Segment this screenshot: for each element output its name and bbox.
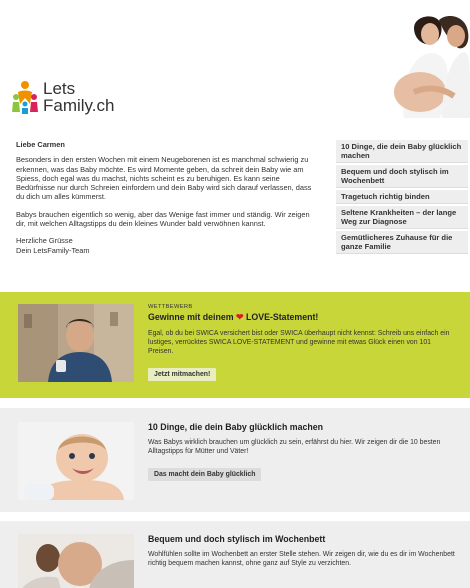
contest-card: WETTBEWERB Gewinne mit deinem ❤ LOVE-Sta… xyxy=(0,292,470,398)
join-now-button[interactable]: Jetzt mitmachen! xyxy=(148,368,217,381)
hero-couple-photo xyxy=(384,8,470,118)
intro-letter: Liebe Carmen Besonders in den ersten Woc… xyxy=(16,140,312,263)
family-figures-icon xyxy=(12,80,38,114)
mother-baby-photo xyxy=(18,534,134,588)
sidenav-item-krankheiten[interactable]: Seltene Krankheiten – der lange Weg zur … xyxy=(336,206,468,229)
letter-paragraph-2: Babys brauchen eigentlich so wenig, aber… xyxy=(16,209,310,229)
letsfamily-logo[interactable]: Lets Family.ch xyxy=(12,80,114,114)
logo-wordmark: Lets Family.ch xyxy=(43,80,114,114)
wochenbett-card: Bequem und doch stylisch im Wochenbett W… xyxy=(0,521,470,588)
heart-icon: ❤ xyxy=(236,312,244,322)
contest-eyebrow: WETTBEWERB xyxy=(148,304,193,310)
baby-happy-content: 10 Dinge, die dein Baby glücklich machen… xyxy=(148,422,456,481)
baby-happy-card: 10 Dinge, die dein Baby glücklich machen… xyxy=(0,408,470,512)
sidenav-item-tragetuch[interactable]: Tragetuch richtig binden xyxy=(336,190,468,204)
baby-happy-title[interactable]: 10 Dinge, die dein Baby glücklich machen xyxy=(148,422,456,432)
logo-line-2: Family.ch xyxy=(43,96,115,115)
baby-happy-body: Was Babys wirklich brauchen um glücklich… xyxy=(148,439,441,455)
sidenav-item-wochenbett[interactable]: Bequem und doch stylisch im Wochenbett xyxy=(336,165,468,188)
contest-body: Egal, ob du bei SWICA versichert bist od… xyxy=(148,330,450,355)
sidenav-item-zuhause[interactable]: Gemütlicheres Zuhause für die ganze Fami… xyxy=(336,231,468,254)
letter-sign-off: Herzliche Grüsse Dein LetsFamily-Team xyxy=(16,236,312,255)
contest-man-photo xyxy=(18,304,134,382)
contest-title-post: LOVE-Statement! xyxy=(246,312,319,322)
smiling-baby-photo xyxy=(18,422,134,500)
greeting: Liebe Carmen xyxy=(16,140,65,149)
contest-title-pre: Gewinne mit deinem xyxy=(148,312,234,322)
sidenav-item-baby-happy[interactable]: 10 Dinge, die dein Baby glücklich machen xyxy=(336,140,468,163)
letter-paragraph-1: Besonders in den ersten Wochen mit einem… xyxy=(16,155,312,202)
wochenbett-content: Bequem und doch stylisch im Wochenbett W… xyxy=(148,534,456,575)
signature: Dein LetsFamily-Team xyxy=(16,245,90,255)
baby-happy-button[interactable]: Das macht dein Baby glücklich xyxy=(148,468,262,481)
closing: Herzliche Grüsse xyxy=(16,236,73,246)
wochenbett-title[interactable]: Bequem und doch stylisch im Wochenbett xyxy=(148,534,456,544)
contest-content: WETTBEWERB Gewinne mit deinem ❤ LOVE-Sta… xyxy=(148,304,456,381)
contest-title[interactable]: Gewinne mit deinem ❤ LOVE-Statement! xyxy=(148,312,456,323)
article-sidenav: 10 Dinge, die dein Baby glücklich machen… xyxy=(336,140,468,256)
logo-line-1: Lets xyxy=(43,79,76,98)
wochenbett-body: Wohlfühlen sollte im Wochenbett an erste… xyxy=(148,551,455,567)
